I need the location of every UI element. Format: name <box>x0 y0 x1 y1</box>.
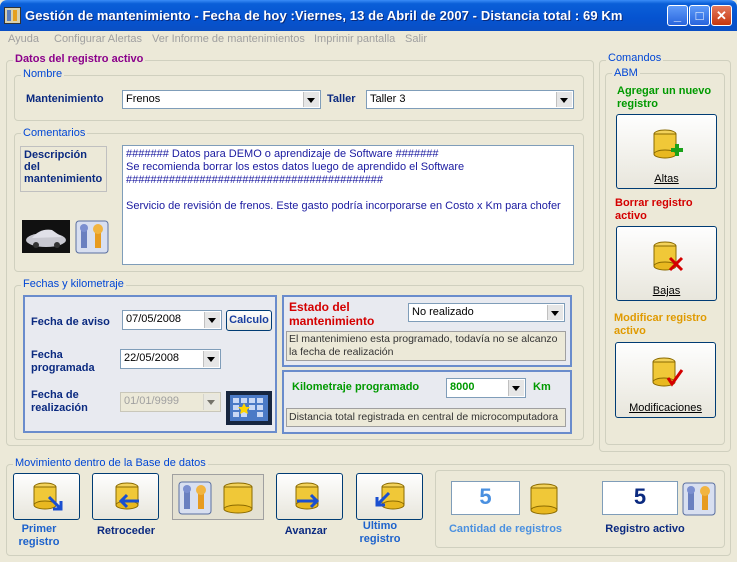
fecha-realizacion-label: Fecha de realización <box>31 389 88 414</box>
database-last-icon <box>375 482 405 510</box>
agregar-label: Agregar un nuevo registro <box>617 85 712 110</box>
taller-label: Taller <box>327 93 356 105</box>
database-back-icon <box>115 482 139 510</box>
ultimo-registro-label: Ultimo registro <box>359 520 401 545</box>
movimiento-legend: Movimiento dentro de la Base de datos <box>13 457 208 469</box>
calendar-icon[interactable] <box>225 390 273 426</box>
avanzar-label: Avanzar <box>284 525 328 537</box>
fecha-aviso-label: Fecha de aviso <box>31 316 110 328</box>
nombre-legend: Nombre <box>21 68 65 80</box>
fecha-programada-value: 22/05/2008 <box>124 352 180 364</box>
descripcion-box: Descripción del mantenimiento <box>20 146 107 192</box>
altas-label: Altas <box>654 173 679 185</box>
database-check-icon <box>652 357 684 387</box>
maximize-button[interactable]: □ <box>689 5 710 26</box>
comentarios-legend: Comentarios <box>21 127 88 139</box>
minimize-button[interactable]: _ <box>667 5 688 26</box>
tools-icon <box>178 481 212 515</box>
retroceder-label: Retroceder <box>96 525 156 537</box>
km-value: 8000 <box>450 381 475 393</box>
taller-select[interactable]: Taller 3 <box>366 90 574 109</box>
close-button[interactable]: ✕ <box>711 5 732 26</box>
km-info: Distancia total registrada en central de… <box>286 408 566 427</box>
chevron-down-icon[interactable] <box>204 312 220 328</box>
chevron-down-icon[interactable] <box>556 92 572 107</box>
chevron-down-icon[interactable] <box>203 351 219 367</box>
menu-ver-informe[interactable]: Ver Informe de mantenimientos <box>152 33 305 45</box>
chevron-down-icon[interactable] <box>547 305 563 320</box>
database-icon <box>527 482 561 516</box>
abm-legend: ABM <box>612 67 640 79</box>
mantenimiento-value: Frenos <box>126 93 161 105</box>
km-select[interactable]: 8000 <box>446 378 526 398</box>
menu-configurar-alertas[interactable]: Configurar Alertas <box>54 33 142 45</box>
chevron-down-icon[interactable] <box>508 380 524 396</box>
database-first-icon <box>33 482 63 511</box>
database-delete-icon <box>653 241 684 272</box>
fecha-programada-label: Fecha programada <box>31 349 95 374</box>
estado-value: No realizado <box>412 306 474 318</box>
primer-registro-label: Primer registro <box>18 523 60 548</box>
descripcion-label: Descripción del mantenimiento <box>24 149 103 185</box>
mantenimiento-select[interactable]: Frenos <box>122 90 321 109</box>
fecha-aviso-value: 07/05/2008 <box>126 313 182 325</box>
estado-select[interactable]: No realizado <box>408 303 565 322</box>
fechas-legend: Fechas y kilometraje <box>21 278 126 290</box>
fecha-programada-picker[interactable]: 22/05/2008 <box>120 349 221 369</box>
bajas-label: Bajas <box>652 285 681 297</box>
bajas-button[interactable]: Bajas <box>616 226 717 301</box>
borrar-label: Borrar registro activo <box>615 197 693 222</box>
primer-registro-button[interactable] <box>13 473 80 520</box>
fecha-realizacion-picker[interactable]: 01/01/9999 <box>120 392 221 412</box>
cantidad-registros-label: Cantidad de registros <box>448 523 563 535</box>
app-icon[interactable] <box>4 7 21 24</box>
datos-registro-legend: Datos del registro activo <box>13 53 146 65</box>
menu-ayuda[interactable]: Ayuda <box>8 33 39 45</box>
database-status-box <box>172 474 264 520</box>
calculo-button[interactable]: Calculo <box>226 310 272 331</box>
registro-activo-label: Registro activo <box>605 523 685 535</box>
retroceder-button[interactable] <box>92 473 159 520</box>
tools-icon <box>682 482 716 516</box>
database-add-icon <box>653 129 683 159</box>
cantidad-registros-value: 5 <box>451 481 520 515</box>
tools-icon[interactable] <box>75 220 109 254</box>
ultimo-registro-button[interactable] <box>356 473 423 520</box>
menu-salir[interactable]: Salir <box>405 33 427 45</box>
registro-activo-value: 5 <box>602 481 678 515</box>
km-label: Kilometraje programado <box>292 381 420 393</box>
modificar-label: Modificar registro activo <box>614 312 707 337</box>
comandos-legend: Comandos <box>606 52 664 64</box>
mantenimiento-label: Mantenimiento <box>26 93 104 105</box>
altas-button[interactable]: Altas <box>616 114 717 189</box>
database-forward-icon <box>295 482 320 510</box>
estado-info: El mantenimieno esta programado, todavía… <box>286 331 566 361</box>
modificaciones-button[interactable]: Modificaciones <box>615 342 716 418</box>
fecha-aviso-picker[interactable]: 07/05/2008 <box>122 310 222 330</box>
chevron-down-icon[interactable] <box>203 394 219 410</box>
car-image <box>22 220 70 253</box>
chevron-down-icon[interactable] <box>303 92 319 107</box>
fecha-realizacion-value: 01/01/9999 <box>124 395 180 407</box>
estado-label: Estado del mantenimiento <box>289 300 375 328</box>
taller-value: Taller 3 <box>370 93 406 105</box>
avanzar-button[interactable] <box>276 473 343 520</box>
database-icon <box>223 482 253 514</box>
km-unit: Km <box>533 381 551 393</box>
window-title: Gestión de mantenimiento - Fecha de hoy … <box>25 8 623 23</box>
modificaciones-label: Modificaciones <box>629 402 702 414</box>
menu-imprimir-pantalla[interactable]: Imprimir pantalla <box>314 33 395 45</box>
comentarios-textarea[interactable]: ####### Datos para DEMO o aprendizaje de… <box>122 145 574 265</box>
